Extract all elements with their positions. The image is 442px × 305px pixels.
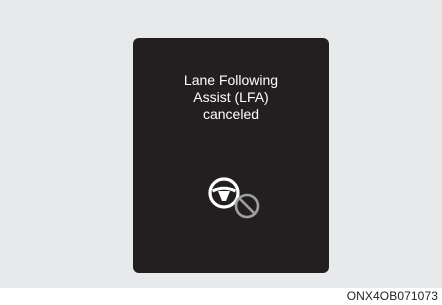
figure-caption: ONX4OB071073 [346, 289, 438, 303]
message-line-1: Lane Following [183, 72, 279, 88]
steering-wheel-icon [208, 177, 240, 209]
message-line-2: Assist (LFA) [193, 89, 269, 105]
canceled-icon [234, 193, 260, 219]
message-line-3: canceled [202, 106, 260, 122]
steering-wheel-canceled-icon [208, 177, 260, 219]
lfa-canceled-message: Lane Following Assist (LFA) canceled [133, 72, 329, 123]
figure-background: Lane Following Assist (LFA) canceled [0, 0, 442, 288]
cluster-display-screen: Lane Following Assist (LFA) canceled [133, 38, 329, 273]
